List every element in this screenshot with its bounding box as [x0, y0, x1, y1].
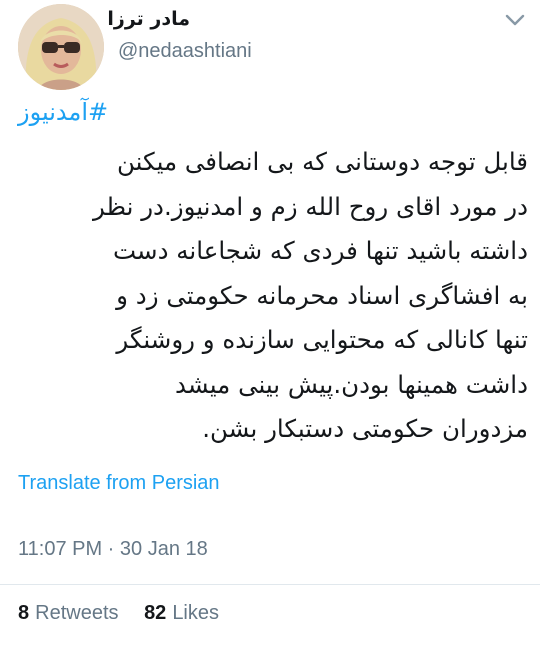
- translate-link[interactable]: Translate from Persian: [18, 472, 220, 495]
- tweet-text-line: قابل توجه دوستانی که بی انصافی میکنن: [117, 147, 528, 176]
- tweet-card: مادر ترزا @nedaashtiani #آمدنیوز قابل تو…: [0, 0, 540, 648]
- retweets-label: Retweets: [35, 602, 119, 624]
- likes-label: Likes: [172, 602, 220, 624]
- likes-stat[interactable]: 82 Likes: [144, 602, 219, 624]
- timestamp[interactable]: 11:07 PM · 30 Jan 18: [18, 538, 208, 561]
- display-name[interactable]: مادر ترزا: [107, 8, 190, 30]
- likes-count: 82: [144, 602, 167, 624]
- tweet-text: قابل توجه دوستانی که بی انصافی میکنن در …: [10, 140, 528, 452]
- retweets-stat[interactable]: 8 Retweets: [18, 602, 119, 624]
- tweet-stats: 8 Retweets 82 Likes: [18, 602, 239, 625]
- tweet-text-line: داشته باشید تنها فردی که شجاعانه دست: [113, 236, 528, 265]
- hashtag-link[interactable]: #آمدنیوز: [18, 98, 108, 126]
- retweets-count: 8: [18, 602, 30, 624]
- tweet-text-line: تنها کانالی که محتوایی سازنده و روشنگر: [116, 325, 528, 354]
- avatar[interactable]: [18, 4, 104, 90]
- tweet-text-line: داشت همینها بودن.پیش بینی میشد: [175, 369, 528, 399]
- tweet-text-line: مزدوران حکومتی دستبکار بشن.: [202, 414, 528, 443]
- chevron-down-icon[interactable]: [504, 12, 526, 26]
- user-handle[interactable]: @nedaashtiani: [118, 40, 252, 63]
- divider: [0, 584, 540, 585]
- tweet-text-line: به افشاگری اسناد محرمانه حکومتی زد و: [116, 280, 528, 310]
- tweet-text-line: در مورد اقای روح الله زم و امدنیوز.در نظ…: [92, 191, 528, 221]
